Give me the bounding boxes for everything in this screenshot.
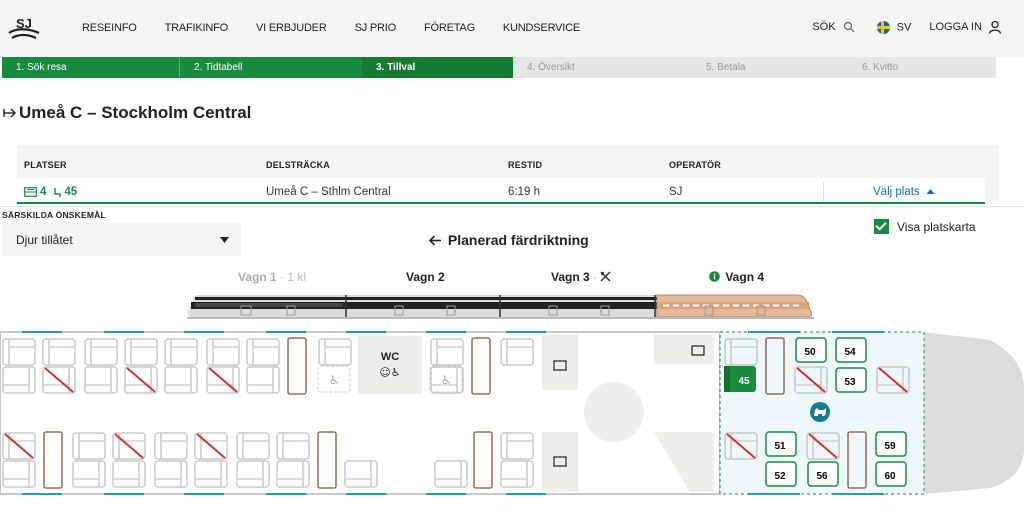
seat-56[interactable]: 56	[807, 461, 839, 487]
wc-room: WC ☺♿	[358, 336, 422, 394]
trip-title-text: Umeå C – Stockholm Central	[19, 103, 252, 122]
seat-icon	[54, 187, 62, 197]
nav-kundservice[interactable]: KUNDSERVICE	[503, 22, 580, 34]
car-3-label: Vagn 3	[551, 270, 590, 284]
table-row: 4 45 Umeå C – Sthlm Central 6:19 h SJ Vä…	[17, 178, 985, 204]
svg-text:♿: ♿	[329, 373, 340, 387]
nav-reseinfo[interactable]: RESEINFO	[82, 22, 137, 34]
trip-title: Umeå C – Stockholm Central	[3, 103, 251, 123]
seat-50[interactable]: 50	[795, 337, 827, 363]
seat-52-label: 52	[774, 471, 786, 482]
caret-up-icon	[926, 189, 935, 194]
seat-59-label: 59	[884, 441, 896, 452]
nav-sj-prio[interactable]: SJ PRIO	[355, 22, 397, 34]
show-seatmap-label: Visa platskarta	[897, 219, 976, 234]
car-1-shape[interactable]	[195, 303, 343, 307]
checkbox-checked[interactable]	[874, 219, 889, 234]
top-navigation: SJ RESEINFO TRAFIKINFO VI ERBJUDER SJ PR…	[0, 0, 1024, 57]
svg-text:SJ: SJ	[16, 16, 32, 31]
car-tab-2[interactable]: Vagn 2	[406, 270, 445, 284]
train-car-icon	[24, 187, 37, 197]
show-seatmap-toggle[interactable]: Visa platskarta	[874, 219, 976, 234]
arrow-right-icon	[3, 108, 16, 118]
seat-53-label: 53	[844, 377, 856, 388]
seat-45-selected[interactable]: 45	[724, 366, 756, 392]
wc-label: WC	[381, 351, 399, 363]
seat-53[interactable]: 53	[835, 367, 867, 393]
search-button[interactable]: SÖK	[812, 20, 855, 33]
arrow-left-icon	[428, 235, 441, 246]
seat-map: ♿ ♿ WC ☺♿ 45 50 54 53 51 52 56 59 60	[0, 331, 1024, 495]
cell-divider	[823, 182, 824, 202]
car-4-shape[interactable]	[656, 294, 812, 318]
booking-table: PLATSER DELSTRÄCKA RESTID OPERATÖR 4 45 …	[17, 145, 999, 204]
header-duration: RESTID	[508, 160, 543, 170]
seat-51-label: 51	[774, 441, 786, 452]
seat-56-label: 56	[816, 471, 828, 482]
operator-cell: SJ	[669, 186, 683, 198]
language-label: SV	[896, 20, 912, 33]
step-tidtabell[interactable]: 2. Tidtabell	[180, 57, 362, 78]
car-tab-4[interactable]: Vagn 4	[709, 270, 764, 284]
section-divider	[0, 206, 1024, 207]
seat-50-label: 50	[804, 347, 816, 358]
car-number: 4	[40, 186, 47, 198]
special-requests-label: SÄRSKILDA ÖNSKEMÅL	[2, 210, 106, 220]
sj-logo[interactable]: SJ	[6, 14, 42, 42]
restaurant-icon	[600, 271, 611, 282]
special-requests-value: Djur tillåtet	[16, 233, 73, 247]
pet-allowed-icon	[810, 402, 830, 422]
special-requests-select[interactable]: Djur tillåtet	[2, 223, 241, 256]
seat-52[interactable]: 52	[765, 461, 797, 487]
step-betala: 5. Betala	[692, 57, 848, 78]
planned-direction-label: Planerad färdriktning	[447, 232, 589, 248]
seat-number: 45	[64, 186, 78, 198]
user-icon	[988, 20, 1002, 34]
header-operator: OPERATÖR	[669, 160, 721, 170]
step-sok-resa[interactable]: 1. Sök resa	[2, 57, 180, 78]
login-button[interactable]: LOGGA IN	[929, 20, 1002, 34]
login-label: LOGGA IN	[929, 20, 982, 33]
choose-seat-link[interactable]: Välj plats	[873, 186, 935, 198]
step-kvitto: 6. Kvitto	[848, 57, 996, 78]
nav-trafikinfo[interactable]: TRAFIKINFO	[165, 22, 229, 34]
svg-text:♿: ♿	[441, 373, 452, 387]
seat-60[interactable]: 60	[875, 461, 907, 487]
caret-down-icon	[220, 237, 229, 243]
swedish-flag-icon	[876, 20, 890, 34]
car-tab-1: Vagn 1 · 1 kl	[238, 270, 307, 284]
svg-text:☺♿: ☺♿	[379, 366, 400, 379]
car-tab-3[interactable]: Vagn 3 ·	[551, 270, 611, 284]
seat-45-label: 45	[738, 376, 750, 387]
seat-59[interactable]: 59	[875, 431, 907, 457]
seat-54[interactable]: 54	[835, 337, 867, 363]
header-seats: PLATSER	[24, 160, 67, 170]
planned-direction: Planerad färdriktning	[428, 232, 589, 248]
nav-foretag[interactable]: FÖRETAG	[424, 22, 475, 34]
language-button[interactable]: SV	[876, 20, 912, 34]
train-overview	[187, 294, 814, 319]
choose-seat-label: Välj plats	[873, 186, 920, 198]
car-1-label: Vagn 1	[238, 270, 277, 284]
segment-cell: Umeå C – Sthlm Central	[266, 186, 391, 198]
seat-54-label: 54	[844, 347, 856, 358]
duration-cell: 6:19 h	[508, 186, 540, 198]
header-segment: DELSTRÄCKA	[266, 160, 330, 170]
car-4-label: Vagn 4	[725, 270, 765, 284]
seat-60-label: 60	[884, 471, 896, 482]
search-label: SÖK	[812, 20, 836, 33]
info-icon	[709, 271, 720, 282]
search-icon	[843, 21, 855, 33]
car-2-label: Vagn 2	[406, 270, 445, 284]
step-oversikt: 4. Översikt	[513, 57, 692, 78]
seat-51[interactable]: 51	[765, 431, 797, 457]
car-1-class: 1 kl	[287, 270, 307, 284]
seat-cell: 4 45	[24, 186, 77, 198]
step-tillval: 3. Tillval	[362, 57, 513, 78]
nav-vi-erbjuder[interactable]: VI ERBJUDER	[256, 22, 327, 34]
progress-steps: 1. Sök resa 2. Tidtabell 3. Tillval 4. Ö…	[2, 57, 1024, 78]
